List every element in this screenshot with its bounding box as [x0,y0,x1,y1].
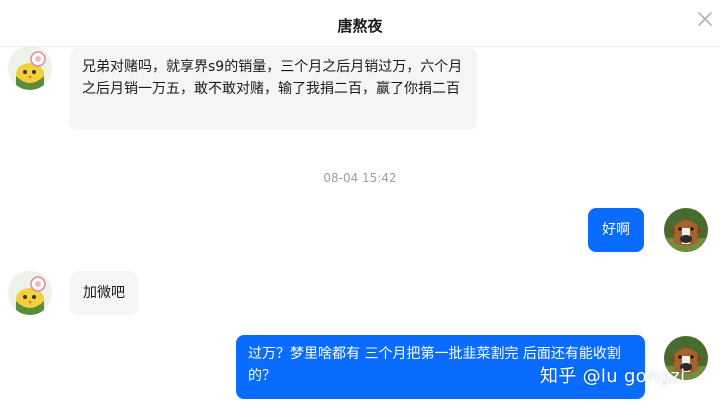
message-bubble-outgoing: 好啊 [588,208,644,252]
message-bubble-incoming: 加微吧 [70,271,138,315]
cartoon-chick-avatar[interactable] [8,46,52,90]
chat-header: 唐熬夜 [0,0,720,47]
watermark-text: 知乎 @lu gongzi [540,366,686,387]
chat-title: 唐熬夜 [337,17,383,35]
message-bubble-incoming: 兄弟对赌吗，就享界s9的销量，三个月之后月销过万，六个月之后月销一万五，敢不敢对… [70,48,477,130]
cartoon-chick-avatar[interactable] [8,271,52,315]
boxer-dog-avatar[interactable] [664,208,708,252]
message-timestamp: 08-04 15:42 [323,171,397,185]
close-icon[interactable] [696,10,714,28]
